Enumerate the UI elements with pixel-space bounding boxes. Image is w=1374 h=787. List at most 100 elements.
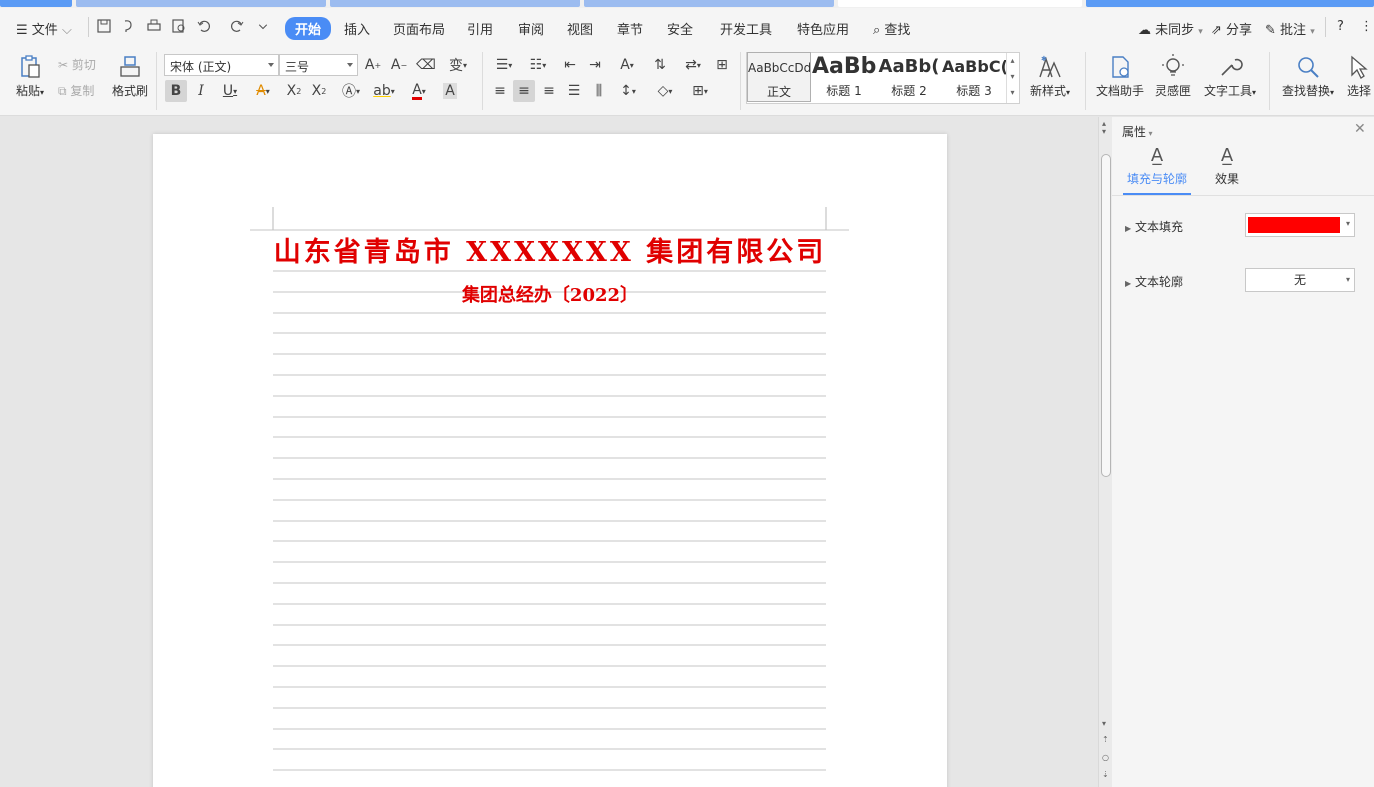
tab-fill-outline[interactable]: A̲ 填充与轮廓 xyxy=(1123,145,1191,195)
help-button[interactable]: ? xyxy=(1337,19,1344,34)
sort-icon[interactable]: ⇅ xyxy=(649,54,671,76)
new-style-button[interactable]: ✱ 新样式▾ xyxy=(1026,54,1074,99)
bullet-list-icon[interactable]: ☰ ▾ xyxy=(489,54,519,76)
style-heading-3[interactable]: AaBbC( 标题 3 xyxy=(942,52,1006,102)
window-tab[interactable] xyxy=(584,0,834,7)
font-color-icon[interactable]: A ▾ xyxy=(404,80,434,102)
tab-view[interactable]: 视图 xyxy=(567,19,593,38)
redo-icon[interactable] xyxy=(229,18,249,38)
tab-effect[interactable]: A̲ 效果 xyxy=(1204,145,1250,195)
line-spacing-icon[interactable]: ↕ ▾ xyxy=(613,80,643,102)
clear-format-icon[interactable]: ⌫ xyxy=(415,54,437,76)
style-heading-2[interactable]: AaBb( 标题 2 xyxy=(877,52,941,102)
tab-home[interactable]: 开始 xyxy=(285,17,332,40)
subscript-icon[interactable]: X2 xyxy=(308,80,330,102)
next-page-icon[interactable]: ⇣ xyxy=(1102,770,1109,779)
select-browse-icon[interactable]: ○ xyxy=(1102,753,1109,762)
text-fill-expander[interactable]: ▶ 文本填充 xyxy=(1125,218,1183,235)
text-outline-expander[interactable]: ▶ 文本轮廓 xyxy=(1125,273,1183,290)
print-icon[interactable] xyxy=(146,18,166,38)
italic-icon[interactable]: I xyxy=(190,80,212,102)
paste-button[interactable]: 粘贴▾ xyxy=(12,54,48,99)
tab-review[interactable]: 审阅 xyxy=(518,19,544,38)
search-command[interactable]: ⌕ 查找 xyxy=(873,19,910,38)
more-styles-icon[interactable]: ▾ xyxy=(1007,85,1018,101)
close-icon[interactable]: ✕ xyxy=(1354,121,1366,137)
sync-status-button[interactable]: ☁ 未同步 ▾ xyxy=(1138,19,1203,38)
window-tab-active[interactable] xyxy=(838,0,1082,7)
highlight-icon[interactable]: ab ▾ xyxy=(369,80,399,102)
more-icon[interactable]: ⋮ xyxy=(1360,19,1373,34)
text-tools-button[interactable]: 文字工具▾ xyxy=(1200,54,1260,99)
document-title[interactable]: 山东省青岛市 XXXXXXX 集团有限公司 xyxy=(153,230,947,269)
underline-icon[interactable]: U ▾ xyxy=(215,80,245,102)
chevron-up-icon[interactable]: ▴ xyxy=(1007,53,1018,69)
output-pdf-icon[interactable] xyxy=(121,18,141,38)
font-size-select[interactable]: 三号 xyxy=(279,54,358,76)
vertical-scrollbar[interactable]: ▴ ▾ ▾ ⇡ ○ ⇣ xyxy=(1098,117,1112,787)
window-tab[interactable] xyxy=(76,0,326,7)
select-button[interactable]: 选择 xyxy=(1344,54,1374,99)
distributed-align-icon[interactable]: ⫼ xyxy=(588,80,610,102)
phonetic-guide-icon[interactable]: 变 ▾ xyxy=(443,54,473,76)
borders-icon[interactable]: ⊞ ▾ xyxy=(685,80,715,102)
show-hide-icon[interactable]: ⊞ xyxy=(711,54,733,76)
decrease-indent-icon[interactable]: ⇤ xyxy=(559,54,581,76)
undo-icon[interactable] xyxy=(196,18,216,38)
share-icon: ⇗ xyxy=(1211,23,1222,38)
bold-icon[interactable]: B xyxy=(165,80,187,102)
tab-references[interactable]: 引用 xyxy=(467,19,493,38)
styles-scroll[interactable]: ▴ ▾ ▾ xyxy=(1006,53,1018,103)
copy-button[interactable]: ⧉ 复制 xyxy=(58,82,94,99)
style-normal[interactable]: AaBbCcDd 正文 xyxy=(747,52,811,102)
style-heading-1[interactable]: AaBb 标题 1 xyxy=(812,52,876,102)
shrink-font-icon[interactable]: A − xyxy=(388,54,410,76)
line-break-icon[interactable]: ⇄ ▾ xyxy=(678,54,708,76)
pane-title[interactable]: 属性 ▾ xyxy=(1122,123,1153,140)
window-tab[interactable] xyxy=(330,0,580,7)
find-replace-button[interactable]: 查找替换▾ xyxy=(1278,54,1338,99)
numbered-list-icon[interactable]: ☷ ▾ xyxy=(523,54,553,76)
scrollbar-thumb[interactable] xyxy=(1101,154,1111,477)
grow-font-icon[interactable]: A + xyxy=(362,54,384,76)
scroll-down-icon[interactable]: ▾ xyxy=(1102,719,1106,728)
shading-icon[interactable]: ◇ ▾ xyxy=(650,80,680,102)
scroll-up-icon[interactable]: ▴ ▾ xyxy=(1102,120,1106,136)
text-outline-select[interactable]: 无 ▾ xyxy=(1245,268,1355,292)
superscript-icon[interactable]: X2 xyxy=(283,80,305,102)
align-right-icon[interactable]: ≡ xyxy=(538,80,560,102)
format-painter-button[interactable]: 格式刷 xyxy=(110,54,150,99)
save-icon[interactable] xyxy=(96,18,116,38)
document-page[interactable]: 山东省青岛市 XXXXXXX 集团有限公司 集团总经办〔2022〕 xyxy=(153,134,947,787)
chevron-down-icon[interactable]: ▾ xyxy=(1007,69,1018,85)
align-left-icon[interactable]: ≡ xyxy=(489,80,511,102)
tab-developer[interactable]: 开发工具 xyxy=(720,19,772,38)
text-effect-icon[interactable]: Ⓐ ▾ xyxy=(336,80,366,102)
inspiration-button[interactable]: 灵感匣 xyxy=(1152,54,1194,99)
align-center-icon[interactable]: ≡ xyxy=(513,80,535,102)
tab-insert[interactable]: 插入 xyxy=(344,19,370,38)
prev-page-icon[interactable]: ⇡ xyxy=(1102,735,1109,744)
document-subtitle[interactable]: 集团总经办〔2022〕 xyxy=(153,281,947,307)
chevron-down-icon: ▾ xyxy=(1252,88,1257,97)
window-tab[interactable] xyxy=(1086,0,1374,7)
font-name-select[interactable]: 宋体 (正文) xyxy=(164,54,279,76)
customize-quick-access-icon[interactable] xyxy=(257,21,277,41)
text-direction-icon[interactable]: A ▾ xyxy=(612,54,642,76)
tab-security[interactable]: 安全 xyxy=(667,19,693,38)
cut-button[interactable]: ✂ 剪切 xyxy=(58,56,96,73)
window-tab[interactable] xyxy=(0,0,72,7)
comment-button[interactable]: ✎ 批注 ▾ xyxy=(1265,19,1315,38)
character-shading-icon[interactable]: A xyxy=(439,80,461,102)
justify-icon[interactable]: ☰ xyxy=(563,80,585,102)
file-menu[interactable]: ☰ 文件 ⌵ xyxy=(16,19,72,38)
tab-special-apps[interactable]: 特色应用 xyxy=(797,19,849,38)
strikethrough-icon[interactable]: A ▾ xyxy=(248,80,278,102)
print-preview-icon[interactable] xyxy=(171,18,191,38)
increase-indent-icon[interactable]: ⇥ xyxy=(584,54,606,76)
tab-chapter[interactable]: 章节 xyxy=(617,19,643,38)
text-fill-color-picker[interactable]: ▾ xyxy=(1245,213,1355,237)
tab-page-layout[interactable]: 页面布局 xyxy=(393,19,445,38)
share-button[interactable]: ⇗ 分享 xyxy=(1211,19,1252,38)
doc-assistant-button[interactable]: 文档助手 xyxy=(1094,54,1146,99)
